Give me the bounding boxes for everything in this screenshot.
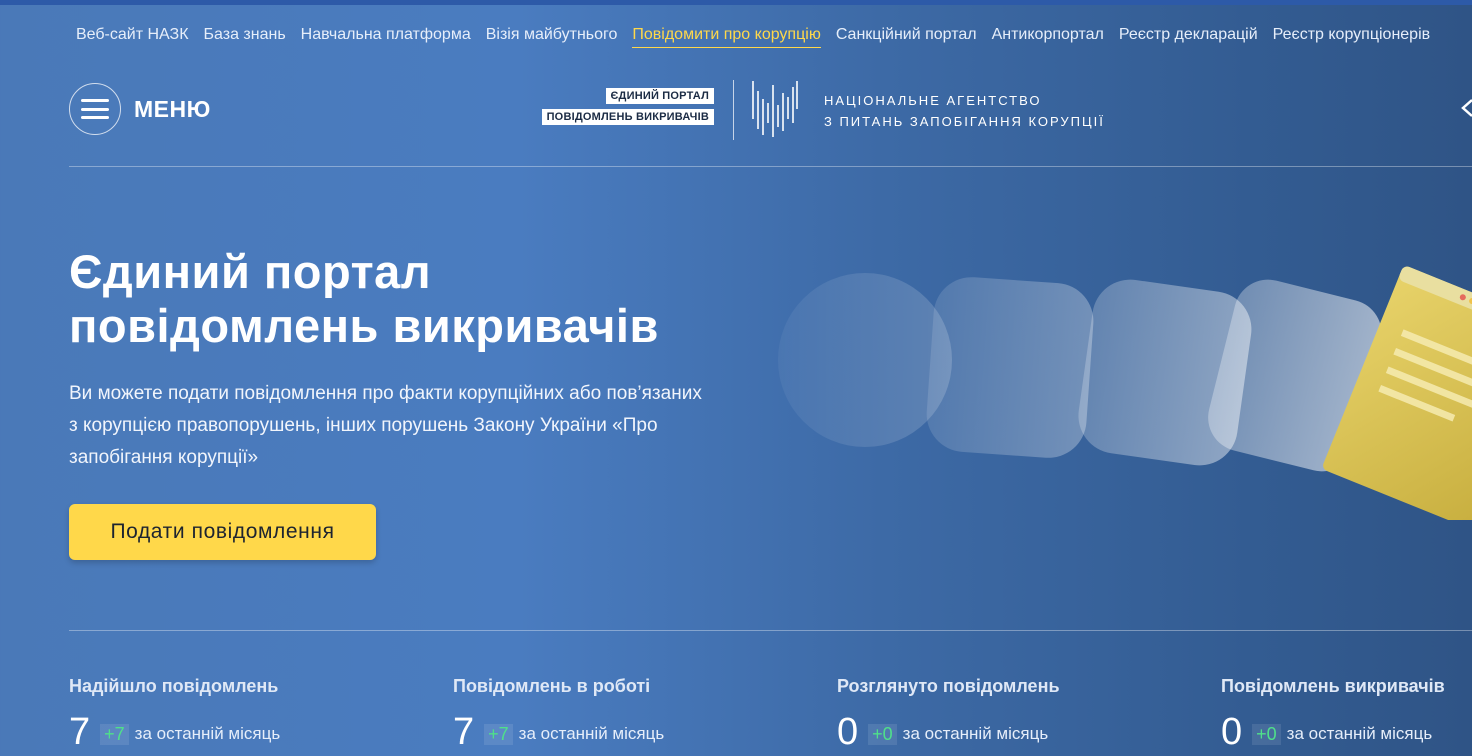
topnav-link-report-corruption[interactable]: Повідомити про корупцію — [632, 26, 821, 48]
stat-value: 0 — [1221, 711, 1243, 753]
portal-tag-line-1: ЄДИНИЙ ПОРТАЛ — [605, 88, 714, 104]
stat-received: Надійшло повідомлень 7 +7 за останній мі… — [69, 676, 280, 751]
stat-delta: +7 — [100, 724, 129, 745]
nazk-logo-icon[interactable] — [750, 79, 800, 139]
stat-whistleblower-reports: Повідомлень викривачів 0 +0 за останній … — [1221, 676, 1445, 751]
stat-period: за останній місяць — [134, 724, 281, 743]
topnav-link-vision[interactable]: Візія майбутнього — [486, 26, 618, 48]
agency-name-line-2: З ПИТАНЬ ЗАПОБІГАННЯ КОРУПЦІЇ — [824, 114, 1105, 129]
stat-value: 7 — [453, 711, 475, 753]
stat-delta: +0 — [868, 724, 897, 745]
top-accent-bar — [0, 0, 1472, 5]
header-divider — [733, 80, 734, 140]
illustration-card-1 — [926, 277, 1094, 458]
page-title-line-2: повідомлень викривачів — [69, 299, 659, 352]
statistics-panel: Надійшло повідомлень 7 +7 за останній мі… — [69, 676, 1472, 756]
stat-label: Повідомлень в роботі — [453, 676, 651, 696]
agency-name-line-1: НАЦІОНАЛЬНЕ АГЕНТСТВО — [824, 93, 1042, 108]
portal-tag-line-2: ПОВІДОМЛЕНЬ ВИКРИВАЧІВ — [541, 109, 714, 125]
portal-badge[interactable]: ЄДИНИЙ ПОРТАЛ ПОВІДОМЛЕНЬ ВИКРИВАЧІВ — [541, 88, 714, 130]
stat-period: за останній місяць — [518, 724, 665, 743]
stats-separator — [69, 630, 1472, 631]
stat-label: Повідомлень викривачів — [1221, 676, 1445, 696]
topnav-link-learning-platform[interactable]: Навчальна платформа — [301, 26, 471, 48]
topnav-link-sanctions-portal[interactable]: Санкційний портал — [836, 26, 977, 48]
header-separator — [69, 166, 1472, 167]
stat-in-progress: Повідомлень в роботі 7 +7 за останній мі… — [453, 676, 664, 751]
submit-report-button[interactable]: Подати повідомлення — [69, 504, 376, 560]
stat-reviewed: Розглянуто повідомлень 0 +0 за останній … — [837, 676, 1060, 751]
top-navigation: Веб-сайт НАЗК База знань Навчальна платф… — [76, 26, 1445, 48]
page-title-line-1: Єдиний портал — [69, 245, 432, 298]
stat-period: за останній місяць — [902, 724, 1049, 743]
topnav-link-corruptioners-registry[interactable]: Реєстр корупціонерів — [1273, 26, 1430, 48]
page-title: Єдиний портал повідомлень викривачів — [69, 245, 659, 353]
topnav-link-declarations-registry[interactable]: Реєстр декларацій — [1119, 26, 1258, 48]
stat-label: Розглянуто повідомлень — [837, 676, 1060, 696]
chevron-left-icon[interactable] — [1460, 98, 1472, 118]
stat-delta: +7 — [484, 724, 513, 745]
topnav-link-knowledge-base[interactable]: База знань — [204, 26, 286, 48]
stat-label: Надійшло повідомлень — [69, 676, 279, 696]
hero-description: Ви можете подати повідомлення про факти … — [69, 383, 702, 468]
menu-icon — [81, 99, 109, 119]
topnav-link-nazk-website[interactable]: Веб-сайт НАЗК — [76, 26, 189, 48]
agency-name: НАЦІОНАЛЬНЕ АГЕНТСТВО З ПИТАНЬ ЗАПОБІГАН… — [824, 90, 1105, 132]
topnav-link-anticorportal[interactable]: Антикорпортал — [992, 26, 1104, 48]
menu-button[interactable] — [69, 83, 121, 135]
stat-value: 0 — [837, 711, 859, 753]
stat-period: за останній місяць — [1286, 724, 1433, 743]
stat-delta: +0 — [1252, 724, 1281, 745]
stat-value: 7 — [69, 711, 91, 753]
hero-illustration — [778, 266, 1472, 520]
menu-label[interactable]: МЕНЮ — [134, 96, 211, 123]
